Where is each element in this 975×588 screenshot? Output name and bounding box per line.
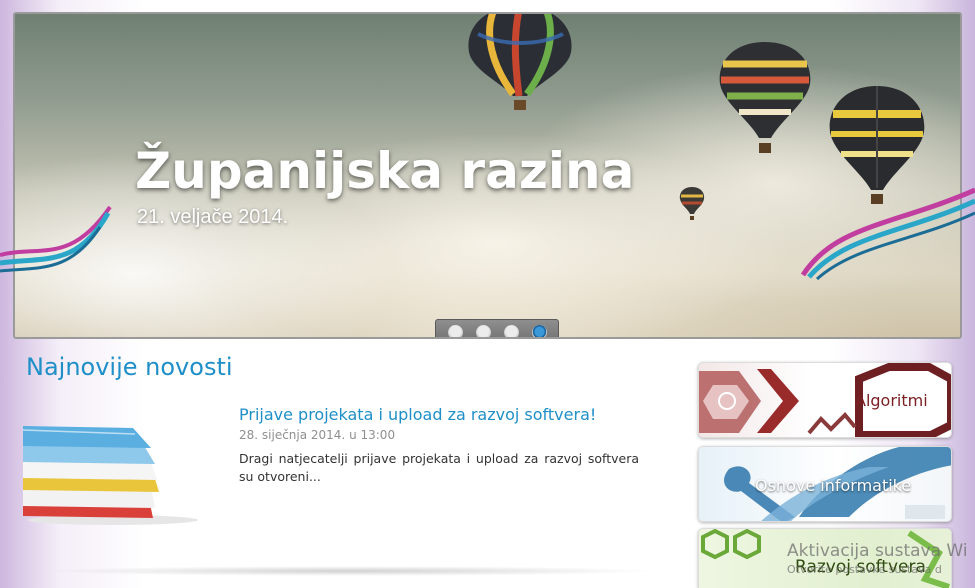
- news-item-excerpt: Dragi natjecatelji prijave projekata i u…: [239, 451, 639, 484]
- banner-osnove-informatike[interactable]: Osnove informatike: [698, 446, 952, 522]
- slide-title: Županijska razina: [135, 142, 635, 200]
- banner-label-osnove-informatike: Osnove informatike: [755, 476, 912, 495]
- hot-air-balloon-small: [679, 187, 705, 220]
- windows-activation-watermark: Aktivacija sustava Wi Otvorite postavke …: [787, 541, 975, 576]
- watermark-line-2: Otvorite postavke sustava d: [787, 563, 942, 576]
- decorative-swoosh-left: [0, 205, 112, 273]
- banner-algoritmi[interactable]: Algoritmi: [698, 362, 952, 438]
- watermark-line-1: Aktivacija sustava Wi: [787, 541, 968, 561]
- slider-dot-4[interactable]: [531, 324, 547, 337]
- slider-dot-3[interactable]: [503, 324, 519, 337]
- slider-dot-1[interactable]: [447, 324, 463, 337]
- page: Županijska razina 21. veljače 2014. Najn…: [0, 0, 975, 588]
- slider-pager: [435, 319, 559, 337]
- section-title: Najnovije novosti: [26, 353, 233, 381]
- folders-thumbnail: [23, 426, 198, 525]
- divider-shadow: [40, 566, 660, 576]
- decorative-swoosh-right: [800, 187, 975, 280]
- hot-air-balloon-large: [468, 14, 572, 110]
- news-item-date: 28. siječnja 2014. u 13:00: [239, 428, 396, 442]
- banner-label-algoritmi: Algoritmi: [855, 391, 928, 410]
- slider-dot-2[interactable]: [475, 324, 491, 337]
- hero-slider[interactable]: Županijska razina 21. veljače 2014.: [13, 12, 962, 339]
- news-item-title-link[interactable]: Prijave projekata i upload za razvoj sof…: [239, 405, 596, 424]
- slide-date: 21. veljače 2014.: [137, 206, 289, 228]
- hot-air-balloon-striped: [719, 42, 811, 153]
